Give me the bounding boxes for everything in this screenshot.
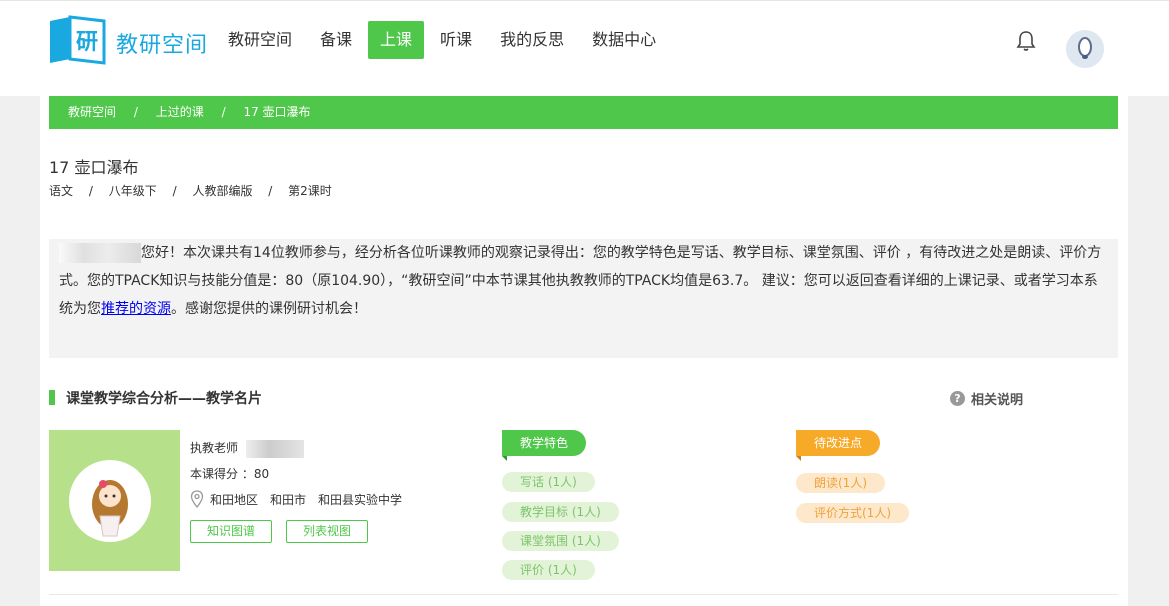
logo-icon[interactable]: 研 bbox=[48, 15, 106, 65]
teacher-location: 和田地区 和田市 和田县实验中学 bbox=[190, 490, 414, 508]
summary-text-end: 。感谢您提供的课例研讨机会！ bbox=[171, 301, 367, 317]
meta-separator: / bbox=[172, 184, 177, 198]
meta-edition: 人教部编版 bbox=[192, 184, 253, 198]
bell-icon[interactable] bbox=[1014, 29, 1038, 53]
lesson-title: 17 壶口瀑布 bbox=[49, 158, 139, 177]
location-city: 和田市 bbox=[270, 492, 307, 507]
breadcrumb-item-space[interactable]: 教研空间 bbox=[68, 96, 116, 129]
nav-item-teach[interactable]: 上课 bbox=[368, 21, 425, 59]
brand-name[interactable]: 教研空间 bbox=[116, 27, 208, 59]
meta-grade: 八年级下 bbox=[108, 184, 157, 198]
teacher-avatar bbox=[69, 460, 151, 542]
nav-item-reflection[interactable]: 我的反思 bbox=[488, 21, 576, 59]
feature-tag: 课堂氛围 (1人) bbox=[502, 531, 619, 551]
knowledge-graph-button[interactable]: 知识图谱 bbox=[190, 520, 272, 543]
improvement-tag: 朗读(1人) bbox=[796, 473, 885, 493]
teacher-photo bbox=[49, 430, 180, 571]
question-icon: ? bbox=[950, 391, 965, 406]
improvement-label: 待改进点 bbox=[796, 430, 881, 461]
recommended-resources-link[interactable]: 推荐的资源 bbox=[101, 301, 171, 317]
user-avatar[interactable] bbox=[1066, 30, 1104, 68]
section-title: 课堂教学综合分析——教学名片 bbox=[49, 388, 262, 408]
nav-item-observe[interactable]: 听课 bbox=[428, 21, 484, 59]
divider bbox=[49, 594, 1118, 595]
location-region: 和田地区 bbox=[210, 492, 259, 507]
nav-item-prepare[interactable]: 备课 bbox=[308, 21, 364, 59]
top-header: 研 教研空间 教研空间 备课 上课 听课 我的反思 数据中心 bbox=[0, 0, 1169, 96]
list-view-button[interactable]: 列表视图 bbox=[286, 520, 368, 543]
meta-separator: / bbox=[88, 184, 93, 198]
meta-period: 第2课时 bbox=[288, 184, 332, 198]
nav-item-space[interactable]: 教研空间 bbox=[216, 21, 304, 59]
meta-subject: 语文 bbox=[49, 184, 74, 198]
svg-text:研: 研 bbox=[76, 30, 98, 55]
analysis-summary: 您好！本次课共有14位教师参与，经分析各位听课教师的观察记录得出：您的教学特色是… bbox=[49, 239, 1118, 358]
main-nav: 教研空间 备课 上课 听课 我的反思 数据中心 bbox=[216, 21, 672, 59]
features-label: 教学特色 bbox=[502, 430, 587, 461]
improvement-tag: 评价方式(1人) bbox=[796, 503, 909, 523]
help-link[interactable]: ? 相关说明 bbox=[950, 389, 1023, 408]
breadcrumb-separator: / bbox=[133, 105, 138, 119]
help-label: 相关说明 bbox=[971, 393, 1024, 408]
teacher-label: 执教老师 bbox=[190, 441, 239, 455]
breadcrumb-item-current: 17 壶口瀑布 bbox=[243, 105, 311, 119]
lesson-meta: 语文 / 八年级下 / 人教部编版 / 第2课时 bbox=[49, 182, 332, 199]
meta-separator: / bbox=[268, 184, 273, 198]
feature-tag: 评价 (1人) bbox=[502, 560, 595, 580]
nav-item-data-center[interactable]: 数据中心 bbox=[580, 21, 668, 59]
redacted-name bbox=[59, 243, 141, 263]
location-school: 和田县实验中学 bbox=[318, 492, 403, 507]
teacher-info: 执教老师 bbox=[190, 439, 305, 458]
breadcrumb: 教研空间 / 上过的课 / 17 壶口瀑布 bbox=[49, 96, 1118, 129]
breadcrumb-item-taught[interactable]: 上过的课 bbox=[156, 96, 204, 129]
redacted-teacher-name bbox=[246, 439, 305, 458]
lesson-score: 本课得分 ：80 bbox=[190, 467, 270, 481]
feature-tag: 写话 (1人) bbox=[502, 472, 595, 492]
breadcrumb-separator: / bbox=[221, 105, 226, 119]
location-pin-icon bbox=[190, 490, 204, 508]
content-panel: 教研空间 / 上过的课 / 17 壶口瀑布 17 壶口瀑布 语文 / 八年级下 … bbox=[40, 96, 1128, 606]
feature-tag: 教学目标 (1人) bbox=[502, 502, 619, 522]
